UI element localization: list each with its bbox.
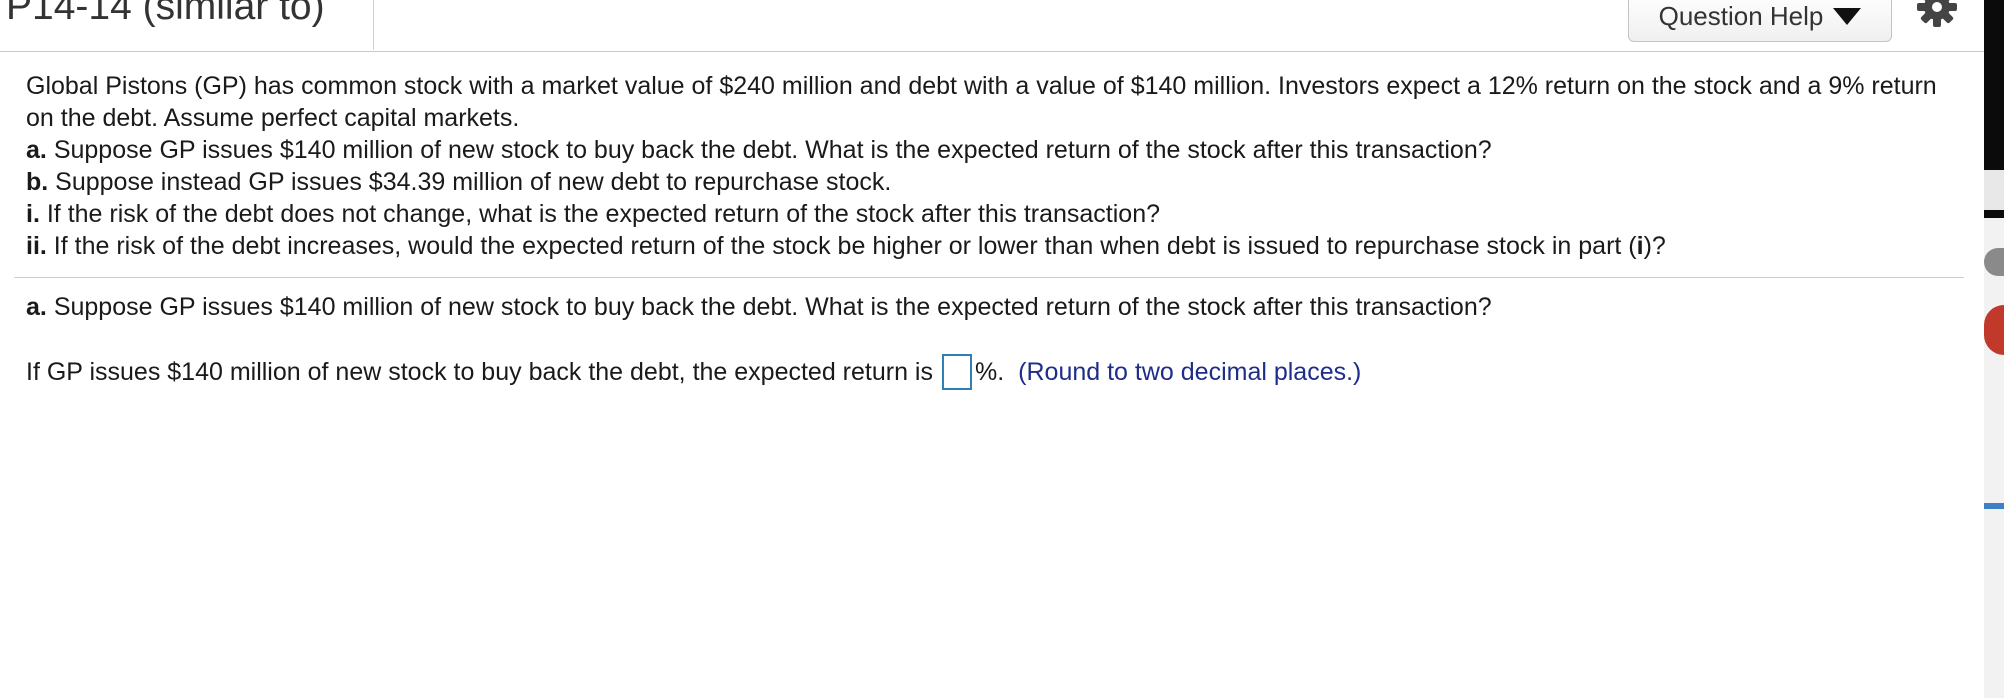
expected-return-input[interactable] xyxy=(941,354,972,390)
page-title: P14-14 (similar to) xyxy=(6,0,325,28)
question-part-b: b. Suppose instead GP issues $34.39 mill… xyxy=(26,166,1966,198)
header-bar: P14-14 (similar to) Question Help xyxy=(0,0,1984,52)
title-divider xyxy=(373,0,374,50)
rounding-hint: (Round to two decimal places.) xyxy=(1018,358,1362,386)
gear-icon[interactable] xyxy=(1916,0,1958,28)
part-b-text: Suppose instead GP issues $34.39 million… xyxy=(55,168,892,196)
part-ii-label: ii. xyxy=(26,232,47,260)
question-statement: Global Pistons (GP) has common stock wit… xyxy=(26,70,1966,262)
edge-panel-top xyxy=(1984,170,2004,210)
part-a-text: Suppose GP issues $140 million of new st… xyxy=(53,136,1492,164)
question-help-button[interactable]: Question Help xyxy=(1628,0,1892,42)
section-divider xyxy=(14,277,1964,278)
answer-line: If GP issues $140 million of new stock t… xyxy=(26,354,1361,390)
part-i-label: i. xyxy=(26,200,40,228)
question-part-ii: ii. If the risk of the debt increases, w… xyxy=(26,230,1966,262)
part-ii-text-1: If the risk of the debt increases, would… xyxy=(53,232,1637,260)
question-intro: Global Pistons (GP) has common stock wit… xyxy=(26,72,1937,132)
current-part-text: Suppose GP issues $140 million of new st… xyxy=(53,293,1492,321)
current-part-label: a. xyxy=(26,293,47,321)
window-edge xyxy=(1984,0,2004,698)
answer-prefix: If GP issues $140 million of new stock t… xyxy=(26,358,933,386)
part-a-label: a. xyxy=(26,136,47,164)
edge-accent xyxy=(1984,503,2004,509)
caret-down-icon xyxy=(1833,7,1862,25)
part-ii-ref: i xyxy=(1636,232,1644,260)
answer-suffix: %. xyxy=(974,358,1005,386)
question-part-i: i. If the risk of the debt does not chan… xyxy=(26,198,1966,230)
edge-tab-handle[interactable] xyxy=(1984,248,2004,276)
question-help-label: Question Help xyxy=(1658,0,1824,31)
current-part-prompt: a. Suppose GP issues $140 million of new… xyxy=(26,291,1492,323)
part-i-text: If the risk of the debt does not change,… xyxy=(46,200,1161,228)
question-part-a: a. Suppose GP issues $140 million of new… xyxy=(26,134,1966,166)
part-ii-text-2: )? xyxy=(1643,232,1666,260)
edge-panel-bottom xyxy=(1984,218,2004,698)
part-b-label: b. xyxy=(26,168,49,196)
